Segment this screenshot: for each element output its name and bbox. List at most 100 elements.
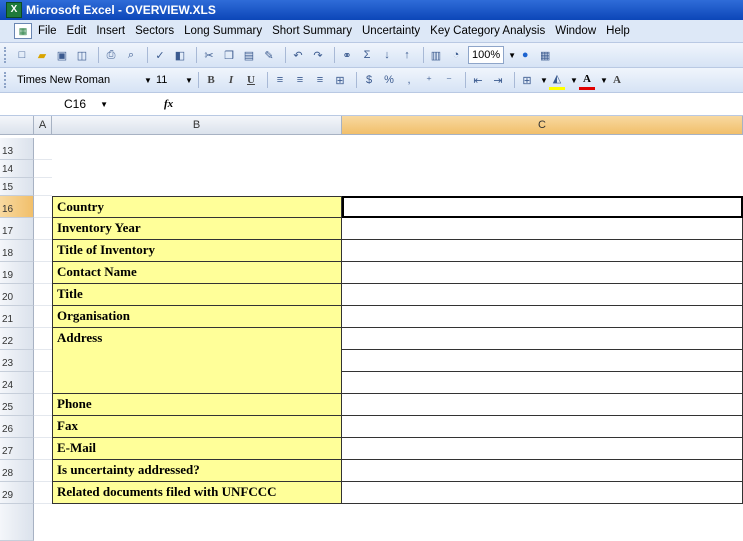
font-color-dropdown-icon[interactable]: ▼ (599, 76, 609, 85)
cell-b20[interactable]: Title (52, 284, 342, 306)
cell-b23[interactable] (52, 350, 342, 372)
row-header[interactable]: 15 (0, 178, 34, 196)
zoom-select[interactable]: 100% (468, 46, 505, 64)
drawing-icon[interactable]: ◔ (448, 47, 464, 63)
menu-sectors[interactable]: Sectors (135, 25, 174, 37)
row-header[interactable]: 29 (0, 482, 34, 504)
cell-c25[interactable] (342, 394, 743, 416)
cell-b24[interactable] (52, 372, 342, 394)
cell-c19[interactable] (342, 262, 743, 284)
cell-c17[interactable] (342, 218, 743, 240)
toolbar-extra-icon[interactable]: ▦ (537, 47, 553, 63)
cell-c13[interactable] (342, 138, 743, 160)
cell-c14[interactable] (342, 160, 743, 178)
row-header[interactable]: 20 (0, 284, 34, 306)
column-header-b[interactable]: B (52, 116, 342, 135)
cell-c27[interactable] (342, 438, 743, 460)
autosum-icon[interactable]: Σ (359, 47, 375, 63)
align-center-icon[interactable]: ≡ (292, 72, 308, 88)
cell-c21[interactable] (342, 306, 743, 328)
redo-icon[interactable]: ↷ (310, 47, 326, 63)
menu-uncertainty[interactable]: Uncertainty (362, 25, 420, 37)
cut-icon[interactable]: ✂ (201, 47, 217, 63)
row-header[interactable]: 18 (0, 240, 34, 262)
copy-icon[interactable]: ❐ (221, 47, 237, 63)
italic-icon[interactable]: I (223, 72, 239, 88)
cell-c28[interactable] (342, 460, 743, 482)
function-icon[interactable]: fx (164, 98, 173, 110)
font-size-select[interactable]: 11 (153, 72, 181, 88)
increase-indent-icon[interactable]: ⇥ (490, 72, 506, 88)
menu-key-category-analysis[interactable]: Key Category Analysis (430, 25, 545, 37)
row-header[interactable]: 28 (0, 460, 34, 482)
format-painter-icon[interactable]: ✎ (261, 47, 277, 63)
cell-c26[interactable] (342, 416, 743, 438)
font-name-select[interactable]: Times New Roman (14, 72, 140, 88)
cell-a29[interactable] (34, 482, 52, 504)
cell-b25[interactable]: Phone (52, 394, 342, 416)
menu-file[interactable]: File (38, 25, 57, 37)
save-icon[interactable]: ▣ (54, 47, 70, 63)
fill-color-dropdown-icon[interactable]: ▼ (569, 76, 579, 85)
cell-b21[interactable]: Organisation (52, 306, 342, 328)
cell-c20[interactable] (342, 284, 743, 306)
cell-c16-active[interactable] (342, 196, 743, 218)
cell-a27[interactable] (34, 438, 52, 460)
cell-c29[interactable] (342, 482, 743, 504)
help-icon[interactable]: ● (517, 47, 533, 63)
cell-b27[interactable]: E-Mail (52, 438, 342, 460)
cell-a23[interactable] (34, 350, 52, 372)
menu-short-summary[interactable]: Short Summary (272, 25, 352, 37)
row-header[interactable]: 21 (0, 306, 34, 328)
row-header[interactable]: 22 (0, 328, 34, 350)
toolbar-grip[interactable] (4, 47, 9, 63)
menu-window[interactable]: Window (555, 25, 596, 37)
paste-icon[interactable]: ▤ (241, 47, 257, 63)
print-preview-icon[interactable]: ⌕ (123, 47, 139, 63)
cell-a25[interactable] (34, 394, 52, 416)
cell-b14[interactable] (52, 160, 342, 178)
cell-c22[interactable] (342, 328, 743, 350)
cell-a14[interactable] (34, 160, 52, 178)
print-icon[interactable]: ⎙ (103, 47, 119, 63)
row-header[interactable]: 25 (0, 394, 34, 416)
cell-a28[interactable] (34, 460, 52, 482)
decrease-decimal-icon[interactable]: ⁻ (441, 72, 457, 88)
align-left-icon[interactable]: ≡ (272, 72, 288, 88)
zoom-dropdown-icon[interactable]: ▼ (507, 51, 517, 60)
grow-font-icon[interactable]: A (609, 72, 625, 88)
cell-c23[interactable] (342, 350, 743, 372)
permission-icon[interactable]: ◫ (74, 47, 90, 63)
row-header[interactable]: 27 (0, 438, 34, 460)
cell-a15[interactable] (34, 178, 52, 196)
currency-icon[interactable]: $ (361, 72, 377, 88)
name-box[interactable]: C16 ▼ (6, 96, 114, 112)
increase-decimal-icon[interactable]: ⁺ (421, 72, 437, 88)
new-icon[interactable]: □ (14, 47, 30, 63)
comma-style-icon[interactable]: , (401, 72, 417, 88)
menu-insert[interactable]: Insert (96, 25, 125, 37)
workbook-icon[interactable]: ▦ (14, 23, 32, 39)
undo-icon[interactable]: ↶ (290, 47, 306, 63)
merge-center-icon[interactable]: ⊞ (332, 72, 348, 88)
align-right-icon[interactable]: ≡ (312, 72, 328, 88)
cell-a24[interactable] (34, 372, 52, 394)
open-icon[interactable]: ▰ (34, 47, 50, 63)
chart-wizard-icon[interactable]: ▥ (428, 47, 444, 63)
select-all-corner[interactable] (0, 116, 34, 135)
cell-a26[interactable] (34, 416, 52, 438)
row-header[interactable]: 16 (0, 196, 34, 218)
cell-c24[interactable] (342, 372, 743, 394)
percent-icon[interactable]: % (381, 72, 397, 88)
column-header-a[interactable]: A (34, 116, 52, 135)
cell-b15[interactable] (52, 178, 342, 196)
row-header[interactable]: 26 (0, 416, 34, 438)
cell-a13[interactable] (34, 138, 52, 160)
decrease-indent-icon[interactable]: ⇤ (470, 72, 486, 88)
row-header[interactable]: 24 (0, 372, 34, 394)
font-name-dropdown-icon[interactable]: ▼ (143, 76, 153, 85)
research-icon[interactable]: ◧ (172, 47, 188, 63)
fill-color-icon[interactable]: ◭ (549, 71, 565, 90)
menu-help[interactable]: Help (606, 25, 630, 37)
row-header-partial[interactable] (0, 504, 34, 541)
